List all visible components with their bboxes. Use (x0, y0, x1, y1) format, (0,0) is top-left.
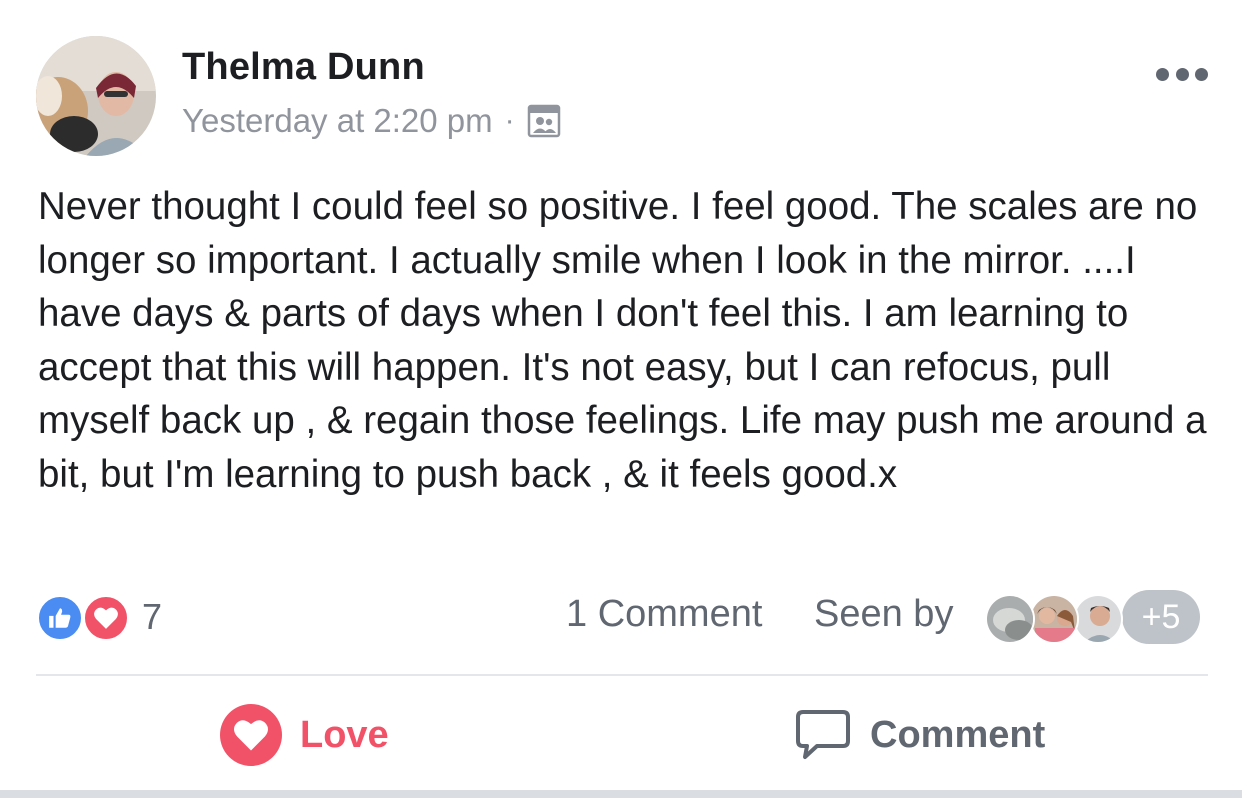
more-dot (1175, 67, 1189, 81)
viewer-avatar (985, 594, 1035, 644)
author-avatar[interactable] (36, 36, 156, 156)
love-button-label: Love (300, 713, 389, 756)
seen-by-more-badge[interactable]: +5 (1122, 590, 1200, 644)
comment-button-label: Comment (870, 713, 1046, 756)
viewer-avatar (1073, 594, 1123, 644)
action-divider (36, 674, 1208, 676)
author-name[interactable]: Thelma Dunn (182, 46, 425, 89)
like-reaction-icon (36, 594, 84, 642)
more-options-icon[interactable] (1156, 64, 1208, 84)
viewer-avatar (1029, 594, 1079, 644)
love-button[interactable]: Love (220, 704, 389, 766)
post-meta: Yesterday at 2:20 pm · (182, 102, 561, 140)
more-dot (1156, 67, 1169, 81)
reaction-count: 7 (142, 596, 163, 637)
reaction-icons (36, 592, 136, 642)
more-dot (1195, 67, 1208, 81)
post-timestamp[interactable]: Yesterday at 2:20 pm (182, 102, 493, 140)
seen-by-avatars[interactable] (985, 594, 1125, 646)
group-audience-icon[interactable] (527, 104, 561, 138)
post-text: Never thought I could feel so positive. … (38, 185, 1207, 496)
comment-count-link[interactable]: 1 Comment (566, 593, 762, 636)
meta-separator: · (504, 104, 515, 137)
comment-button[interactable]: Comment (794, 706, 1045, 764)
love-icon (220, 704, 282, 766)
feed-post: Thelma Dunn Yesterday at 2:20 pm · Never… (0, 0, 1242, 798)
seen-by-label[interactable]: Seen by (814, 593, 953, 636)
love-reaction-icon (82, 594, 130, 642)
reactions-summary[interactable]: 7 (36, 592, 162, 642)
feed-separator (0, 790, 1242, 798)
comment-bubble-icon (794, 706, 852, 764)
